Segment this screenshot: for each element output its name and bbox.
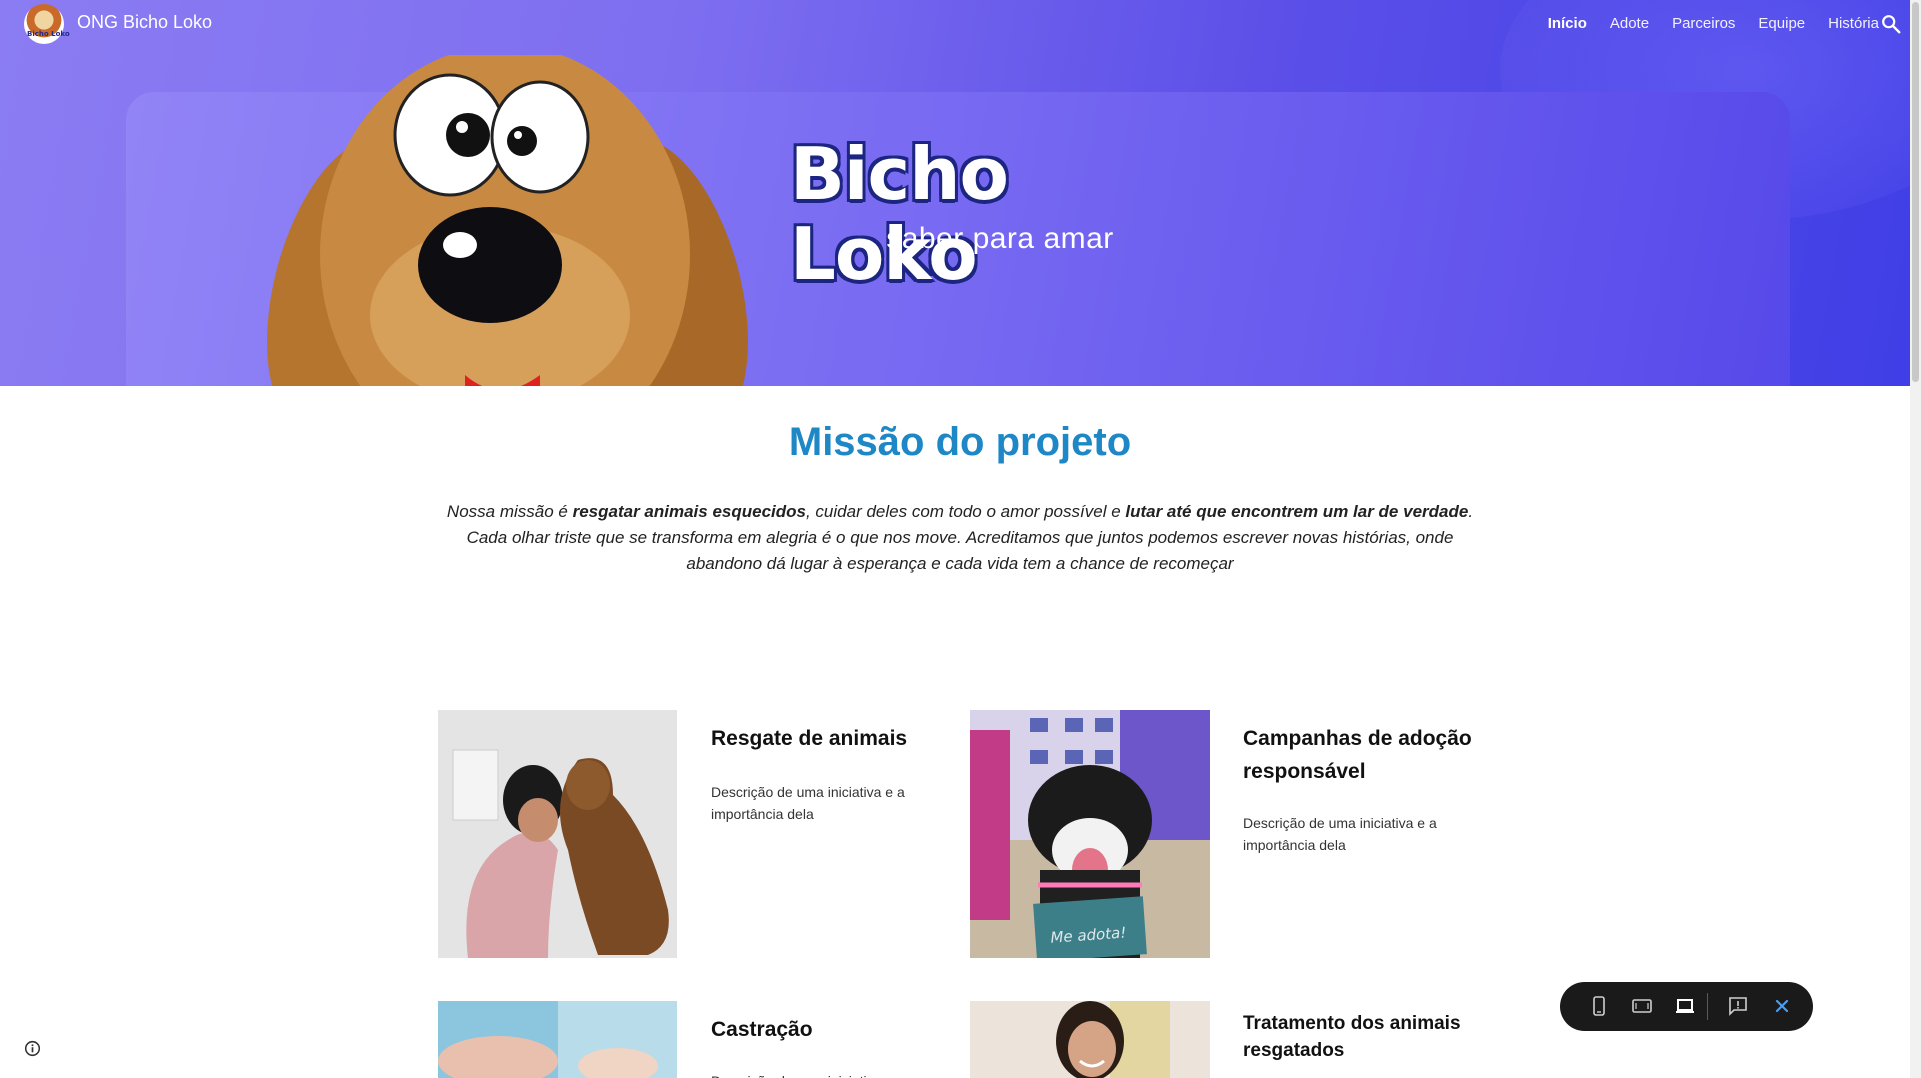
feedback-icon[interactable] xyxy=(1727,995,1749,1017)
card-desc-castration: Descrição de uma iniciativa xyxy=(711,1070,921,1078)
treatment-photo xyxy=(970,1001,1210,1078)
nav-item-adote[interactable]: Adote xyxy=(1610,15,1649,32)
mission-text-bold-2: lutar até que encontrem um lar de verdad… xyxy=(1125,502,1469,521)
scrollbar-thumb[interactable] xyxy=(1912,2,1919,382)
card-image-adoption: Me adota! xyxy=(970,710,1210,958)
mission-text-intro: Nossa missão é xyxy=(446,502,573,521)
site-logo[interactable] xyxy=(24,4,64,44)
mission-text: Nossa missão é resgatar animais esquecid… xyxy=(440,499,1480,577)
mission-text-mid: , cuidar deles com todo o amor possível … xyxy=(805,502,1126,521)
close-icon[interactable] xyxy=(1771,995,1793,1017)
tablet-view-icon[interactable] xyxy=(1631,995,1653,1017)
laptop-view-icon[interactable] xyxy=(1674,995,1696,1017)
card-image-rescue xyxy=(438,710,677,958)
mission-title: Missão do projeto xyxy=(788,420,1132,464)
card-desc-adoption: Descrição de uma iniciativa e a importân… xyxy=(1243,815,1437,853)
site-title[interactable]: ONG Bicho Loko xyxy=(77,12,212,33)
card-image-treatment xyxy=(970,1001,1210,1078)
nav-item-inicio[interactable]: Início xyxy=(1548,15,1587,32)
page: Bicho Loko saber para amar Bicho Loko ON… xyxy=(0,0,1921,1078)
rescue-photo xyxy=(438,710,677,958)
brand-logo-text: Bicho Loko xyxy=(790,132,1009,296)
top-navigation-bar: Bicho Loko ONG Bicho Loko Início Adote P… xyxy=(0,0,1921,48)
info-icon[interactable] xyxy=(24,1040,41,1057)
card-title-rescue: Resgate de animais xyxy=(711,727,908,750)
card-title-adoption: Campanhas de adoção responsável xyxy=(1243,727,1472,783)
card-title-treatment: Tratamento dos animais resgatados xyxy=(1243,1013,1461,1061)
search-icon[interactable] xyxy=(1880,13,1902,35)
card-title-castration: Castração xyxy=(711,1018,813,1041)
card-image-castration xyxy=(438,1001,677,1078)
logo-text: Bicho Loko xyxy=(27,30,70,38)
nav-item-equipe[interactable]: Equipe xyxy=(1758,15,1805,32)
hero-tagline: saber para amar xyxy=(886,222,1114,255)
phone-view-icon[interactable] xyxy=(1588,995,1610,1017)
card-desc-rescue: Descrição de uma iniciativa e a importân… xyxy=(711,784,905,822)
adoption-photo: Me adota! xyxy=(970,710,1210,958)
nav-item-historia[interactable]: História xyxy=(1828,15,1879,32)
toolbar-divider xyxy=(1707,993,1708,1020)
mission-text-bold-1: resgatar animais esquecidos xyxy=(572,502,806,521)
castration-photo xyxy=(438,1001,677,1078)
preview-toolbar xyxy=(1560,982,1813,1031)
hero-banner: Bicho Loko saber para amar xyxy=(0,0,1921,386)
dog-mascot-image xyxy=(267,55,748,386)
nav-item-parceiros[interactable]: Parceiros xyxy=(1672,15,1735,32)
main-nav: Início Adote Parceiros Equipe História xyxy=(1548,15,1879,32)
